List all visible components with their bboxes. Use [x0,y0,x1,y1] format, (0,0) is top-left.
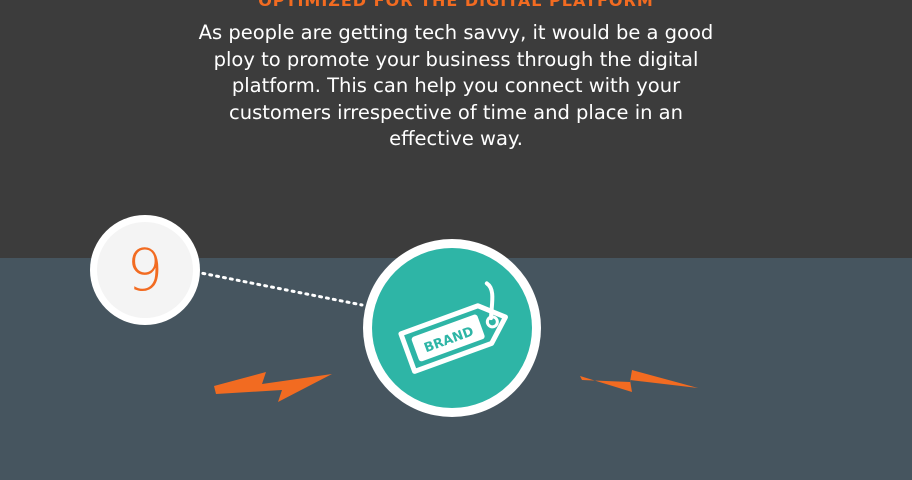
step-number-badge: 9 [90,215,200,325]
brand-circle: BRAND [363,239,541,417]
brand-circle-inner: BRAND [372,248,532,408]
lightning-bolt-icon [214,372,332,402]
brand-tag-icon: BRAND [398,281,508,374]
lightning-bolt-icon [580,370,698,392]
step-number: 9 [97,222,193,318]
